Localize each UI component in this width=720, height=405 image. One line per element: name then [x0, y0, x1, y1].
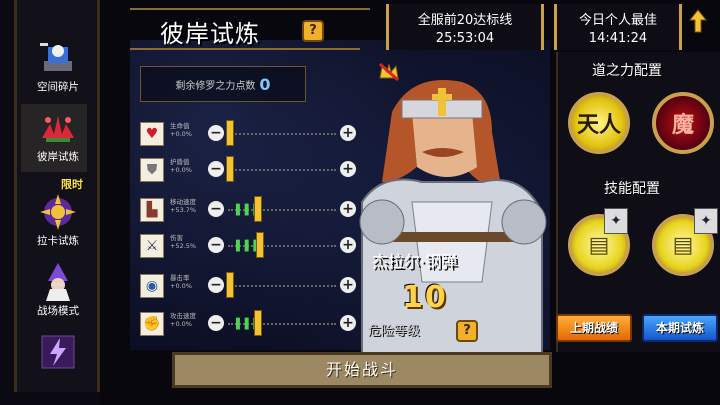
sidebar-item-label: 彼岸试炼 [37, 151, 79, 163]
last-battle-button[interactable]: 上期战绩 [556, 314, 632, 342]
red-spider-lily-icon [34, 108, 82, 148]
dao-orb-label: 魔 [671, 113, 694, 138]
banner-title: 全服前20达标线 [417, 13, 513, 28]
lightning-icon [34, 332, 82, 372]
stat-row-attack-speed: ✊ 攻击速度 +0.0% − ▌▌▌ + [140, 310, 358, 336]
stat-value: +0.0% [170, 320, 192, 328]
sword-icon: ⚔ [140, 234, 164, 258]
stat-value: +0.0% [170, 166, 192, 174]
help-icon: ? [463, 323, 471, 338]
help-button[interactable]: ? [302, 20, 324, 42]
laka-emblem-icon [34, 192, 82, 232]
sidebar-item-laka-trial[interactable]: 拉卡试炼 [23, 192, 93, 248]
stat-name: 伤害 [170, 234, 183, 242]
stat-decrease-button[interactable]: − [208, 237, 224, 253]
stat-slider-handle[interactable] [254, 196, 262, 222]
stat-decrease-button[interactable]: − [208, 315, 224, 331]
stat-row-crit: ◉ 暴击率 +0.0% − + [140, 272, 358, 298]
skill-badge-icon: ✦ [604, 208, 628, 234]
stat-slider-handle[interactable] [256, 232, 264, 258]
danger-level-label: 危险等级 [368, 324, 421, 339]
stat-decrease-button[interactable]: − [208, 161, 224, 177]
points-value: 0 [259, 74, 271, 94]
hero-level: 10 [402, 280, 448, 315]
stat-value: +53.7% [170, 206, 197, 214]
crossed-crown-icon [378, 62, 400, 87]
stat-decrease-button[interactable]: − [208, 125, 224, 141]
stat-slider-track [228, 169, 336, 173]
dao-orb-demon[interactable]: 魔 [652, 92, 714, 154]
heart-icon: ♥ [140, 122, 164, 146]
stat-row-shield: ⛊ 护盾值 +0.0% − + [140, 156, 358, 182]
stat-name: 护盾值 [170, 158, 190, 166]
danger-help-button[interactable]: ? [456, 320, 478, 342]
stat-slider-handle[interactable] [226, 156, 234, 182]
stat-slider-handle[interactable] [226, 120, 234, 146]
stat-slider-handle[interactable] [226, 272, 234, 298]
limited-time-badge: 限时 [61, 178, 83, 191]
sidebar-item-label: 空间碎片 [37, 81, 79, 93]
shield-icon: ⛊ [140, 158, 164, 182]
sidebar-item-label: 拉卡试炼 [37, 235, 79, 247]
scroll-icon: ▤ [672, 232, 694, 258]
banner-title: 今日个人最佳 [578, 13, 657, 28]
gauntlet-icon: ✊ [140, 312, 164, 336]
sidebar-item-bian-trial[interactable]: 彼岸试炼 [23, 108, 93, 164]
stat-row-damage: ⚔ 伤害 +52.5% − ▌▌▌ + [140, 232, 358, 258]
server-top20-banner: 全服前20达标线 25:53:04 [386, 4, 544, 50]
wizard-icon [34, 262, 82, 302]
points-label: 剩余修罗之力点数 [175, 80, 256, 92]
space-shard-icon [34, 38, 82, 78]
scroll-icon: ▤ [588, 232, 610, 258]
stat-name: 暴击率 [170, 274, 190, 282]
dao-orb-label: 天人 [576, 113, 621, 138]
stat-row-move-speed: ▙ 移动速度 +53.7% − ▌▌▌ + [140, 196, 358, 222]
sidebar-item-lightning[interactable] [23, 332, 93, 372]
help-icon: ? [309, 23, 317, 38]
eye-icon: ◉ [140, 274, 164, 298]
stat-value: +0.0% [170, 130, 192, 138]
stat-slider-track [228, 133, 336, 137]
hero-portrait [352, 72, 552, 363]
trial-button[interactable]: 本期试炼 [642, 314, 718, 342]
personal-best-banner: 今日个人最佳 14:41:24 [554, 4, 682, 50]
page-title: 彼岸试炼 [160, 20, 260, 48]
remaining-points-box: 剩余修罗之力点数 0 [140, 66, 306, 102]
start-battle-button[interactable]: 开始战斗 [172, 352, 552, 388]
stat-slider-track [228, 285, 336, 289]
dao-orb-tianren[interactable]: 天人 [568, 92, 630, 154]
sidebar-item-space-shard[interactable]: 空间碎片 [23, 38, 93, 94]
back-arrow-icon[interactable] [684, 8, 712, 36]
stat-row-hp: ♥ 生命值 +0.0% − + [140, 120, 358, 146]
stat-decrease-button[interactable]: − [208, 277, 224, 293]
dao-config-title: 道之力配置 [592, 63, 662, 79]
skill-config-title: 技能配置 [604, 181, 660, 197]
banner-time: 14:41:24 [588, 31, 648, 46]
stat-value: +52.5% [170, 242, 197, 250]
sidebar-item-battlefield[interactable]: 战场模式 [23, 262, 93, 318]
boot-icon: ▙ [140, 198, 164, 222]
stat-slider-handle[interactable] [254, 310, 262, 336]
sidebar-item-label: 战场模式 [37, 305, 79, 317]
banner-time: 25:53:04 [435, 31, 495, 46]
stat-name: 攻击速度 [170, 312, 196, 320]
stat-name: 生命值 [170, 122, 190, 130]
left-sidebar: 空间碎片 彼岸试炼 限时 拉卡试炼 战场模式 [14, 0, 100, 392]
stat-decrease-button[interactable]: − [208, 201, 224, 217]
stat-value: +0.0% [170, 282, 192, 290]
ornament-divider [130, 8, 370, 10]
skill-badge-icon: ✦ [694, 208, 718, 234]
stat-name: 移动速度 [170, 198, 196, 206]
hero-name: 杰拉尔·钢弹 [372, 252, 458, 271]
